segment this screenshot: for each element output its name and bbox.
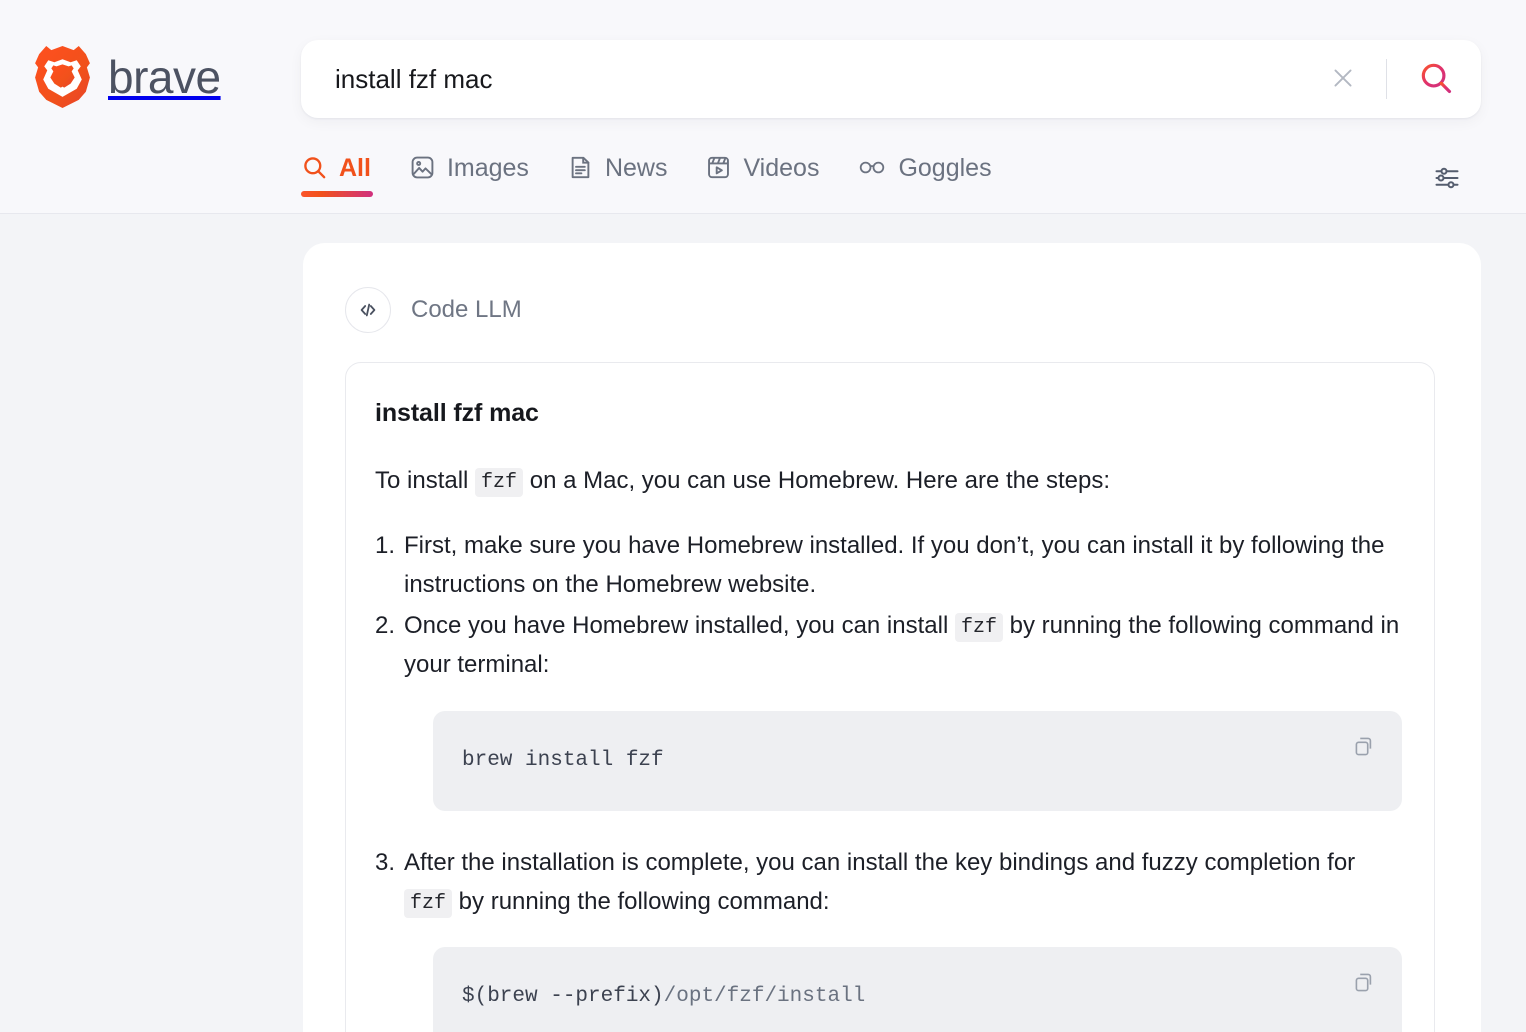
video-clapperboard-icon bbox=[705, 154, 732, 181]
tab-news[interactable]: News bbox=[567, 152, 692, 200]
tab-videos[interactable]: Videos bbox=[705, 152, 843, 200]
answer-title: install fzf mac bbox=[375, 399, 539, 427]
copy-icon bbox=[1352, 735, 1375, 761]
goggles-icon bbox=[857, 154, 887, 181]
clear-search-button[interactable] bbox=[1316, 52, 1370, 106]
search-divider bbox=[1386, 59, 1387, 99]
code-brackets-icon bbox=[345, 287, 391, 333]
ai-answer-card: Code LLM install fzf mac To install fzf … bbox=[303, 243, 1481, 1032]
brave-home-link[interactable]: brave bbox=[30, 44, 221, 109]
code-block: $(brew --prefix)/opt/fzf/install bbox=[433, 946, 1402, 1032]
tab-goggles-label: Goggles bbox=[898, 153, 992, 182]
tab-images[interactable]: Images bbox=[409, 152, 553, 200]
brave-wordmark: brave bbox=[108, 50, 221, 103]
tab-goggles[interactable]: Goggles bbox=[857, 152, 1015, 200]
tab-news-label: News bbox=[604, 153, 668, 182]
code-block: brew install fzf bbox=[433, 710, 1402, 811]
tab-all-label: All bbox=[339, 153, 371, 182]
search-tabs: All Images News Videos Goggles bbox=[301, 152, 1030, 200]
image-icon bbox=[409, 154, 436, 181]
code-token-head: $(brew --prefix) bbox=[462, 985, 664, 1009]
answer-intro-paragraph: To install fzf on a Mac, you can use Hom… bbox=[375, 464, 1402, 498]
ai-answer-header: Code LLM bbox=[303, 273, 1481, 333]
list-item: First, make sure you have Homebrew insta… bbox=[375, 526, 1402, 604]
copy-code-button[interactable] bbox=[1346, 967, 1380, 1001]
inline-code-fzf: fzf bbox=[475, 468, 524, 497]
code-block-text: brew install fzf bbox=[462, 746, 664, 775]
results-main: Code LLM install fzf mac To install fzf … bbox=[0, 243, 1526, 1032]
tab-all[interactable]: All bbox=[301, 152, 395, 200]
search-icon bbox=[1417, 59, 1455, 100]
list-item: Once you have Homebrew installed, you ca… bbox=[375, 606, 1402, 811]
answer-intro-pre: To install bbox=[375, 467, 476, 494]
site-header: brave install fzf mac All Images News Vi… bbox=[0, 0, 1526, 214]
ai-answer-body: install fzf mac To install fzf on a Mac,… bbox=[345, 362, 1435, 1032]
tab-active-underline bbox=[301, 191, 373, 197]
tab-images-label: Images bbox=[446, 153, 529, 182]
search-input[interactable] bbox=[301, 40, 1316, 118]
search-filters-button[interactable] bbox=[1428, 160, 1466, 198]
inline-code-fzf: fzf bbox=[404, 888, 453, 918]
answer-steps-list: First, make sure you have Homebrew insta… bbox=[375, 526, 1402, 1032]
code-token-head: brew install fzf bbox=[462, 748, 664, 772]
search-box[interactable] bbox=[301, 40, 1481, 118]
code-block-text: $(brew --prefix)/opt/fzf/install bbox=[462, 982, 865, 1011]
copy-code-button[interactable] bbox=[1346, 731, 1380, 765]
copy-icon bbox=[1352, 971, 1375, 997]
step-3-pre: After the installation is complete, you … bbox=[404, 848, 1356, 876]
search-submit-button[interactable] bbox=[1401, 44, 1471, 114]
close-icon bbox=[1330, 65, 1356, 94]
code-token-tail: /opt/fzf/install bbox=[663, 985, 866, 1009]
step-2-pre: Once you have Homebrew installed, you ca… bbox=[404, 612, 955, 640]
sliders-icon bbox=[1432, 163, 1462, 196]
brave-lion-logo bbox=[30, 44, 95, 109]
ai-provider-label: Code LLM bbox=[411, 296, 522, 323]
inline-code-fzf: fzf bbox=[954, 613, 1003, 643]
tab-videos-label: Videos bbox=[743, 153, 820, 182]
news-document-icon bbox=[567, 154, 594, 181]
search-icon bbox=[301, 154, 328, 181]
step-1-text: First, make sure you have Homebrew insta… bbox=[404, 532, 1385, 599]
step-3-post: by running the following command: bbox=[452, 887, 830, 915]
list-item: After the installation is complete, you … bbox=[375, 843, 1402, 1032]
answer-intro-post: on a Mac, you can use Homebrew. Here are… bbox=[523, 467, 1111, 494]
